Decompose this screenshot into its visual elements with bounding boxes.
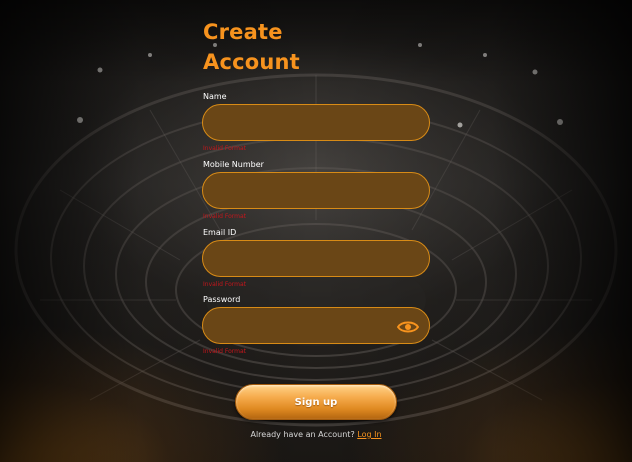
name-field[interactable]: [202, 104, 430, 141]
name-label: Name: [203, 92, 227, 101]
password-error: Invalid Format: [203, 348, 246, 355]
mobile-number-label: Mobile Number: [203, 160, 264, 169]
name-error: Invalid Format: [203, 145, 246, 152]
sign-up-button[interactable]: Sign up: [235, 384, 397, 420]
eye-icon[interactable]: [396, 319, 420, 333]
mobile-number-field[interactable]: [202, 172, 430, 209]
log-in-link[interactable]: Log In: [357, 430, 381, 439]
title-line-2: Account: [203, 50, 300, 74]
login-prompt: Already have an Account? Log In: [0, 430, 632, 439]
email-error: Invalid Format: [203, 281, 246, 288]
title-line-1: Create: [203, 20, 283, 44]
email-label: Email ID: [203, 228, 237, 237]
password-label: Password: [203, 295, 241, 304]
page-title: Create Account: [203, 17, 300, 77]
mobile-number-error: Invalid Format: [203, 213, 246, 220]
password-field[interactable]: [202, 307, 430, 344]
email-field[interactable]: [202, 240, 430, 277]
login-prompt-text: Already have an Account?: [250, 430, 355, 439]
